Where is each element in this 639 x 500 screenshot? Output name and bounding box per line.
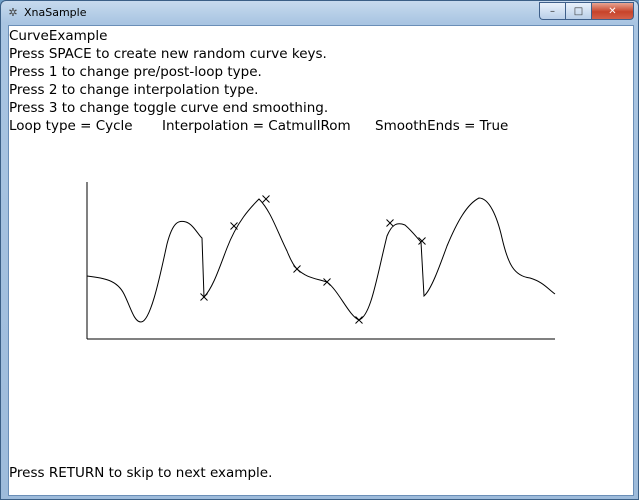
curve-key-marker <box>323 278 331 286</box>
title-bar[interactable]: ✲ XnaSample – □ ✕ <box>1 1 638 25</box>
curve-line <box>86 197 556 323</box>
maximize-button[interactable]: □ <box>565 2 591 20</box>
curve-key-marker <box>293 265 301 273</box>
curve-key-marker <box>230 222 238 230</box>
curve-key-marker <box>262 195 270 203</box>
game-viewport[interactable]: CurveExample Press SPACE to create new r… <box>8 25 634 496</box>
window-controls: – □ ✕ <box>539 2 634 21</box>
xna-icon: ✲ <box>8 6 18 19</box>
close-button[interactable]: ✕ <box>591 2 634 20</box>
curve-key-marker <box>386 219 394 227</box>
curve-key-marker <box>355 316 363 324</box>
curve-plot <box>86 182 556 340</box>
minimize-button[interactable]: – <box>539 2 565 20</box>
app-window: ✲ XnaSample – □ ✕ CurveExample Press SPA… <box>0 0 639 500</box>
footer-hint: Press RETURN to skip to next example. <box>9 465 273 481</box>
curve-key-markers <box>200 195 426 324</box>
window-title: XnaSample <box>24 6 87 19</box>
